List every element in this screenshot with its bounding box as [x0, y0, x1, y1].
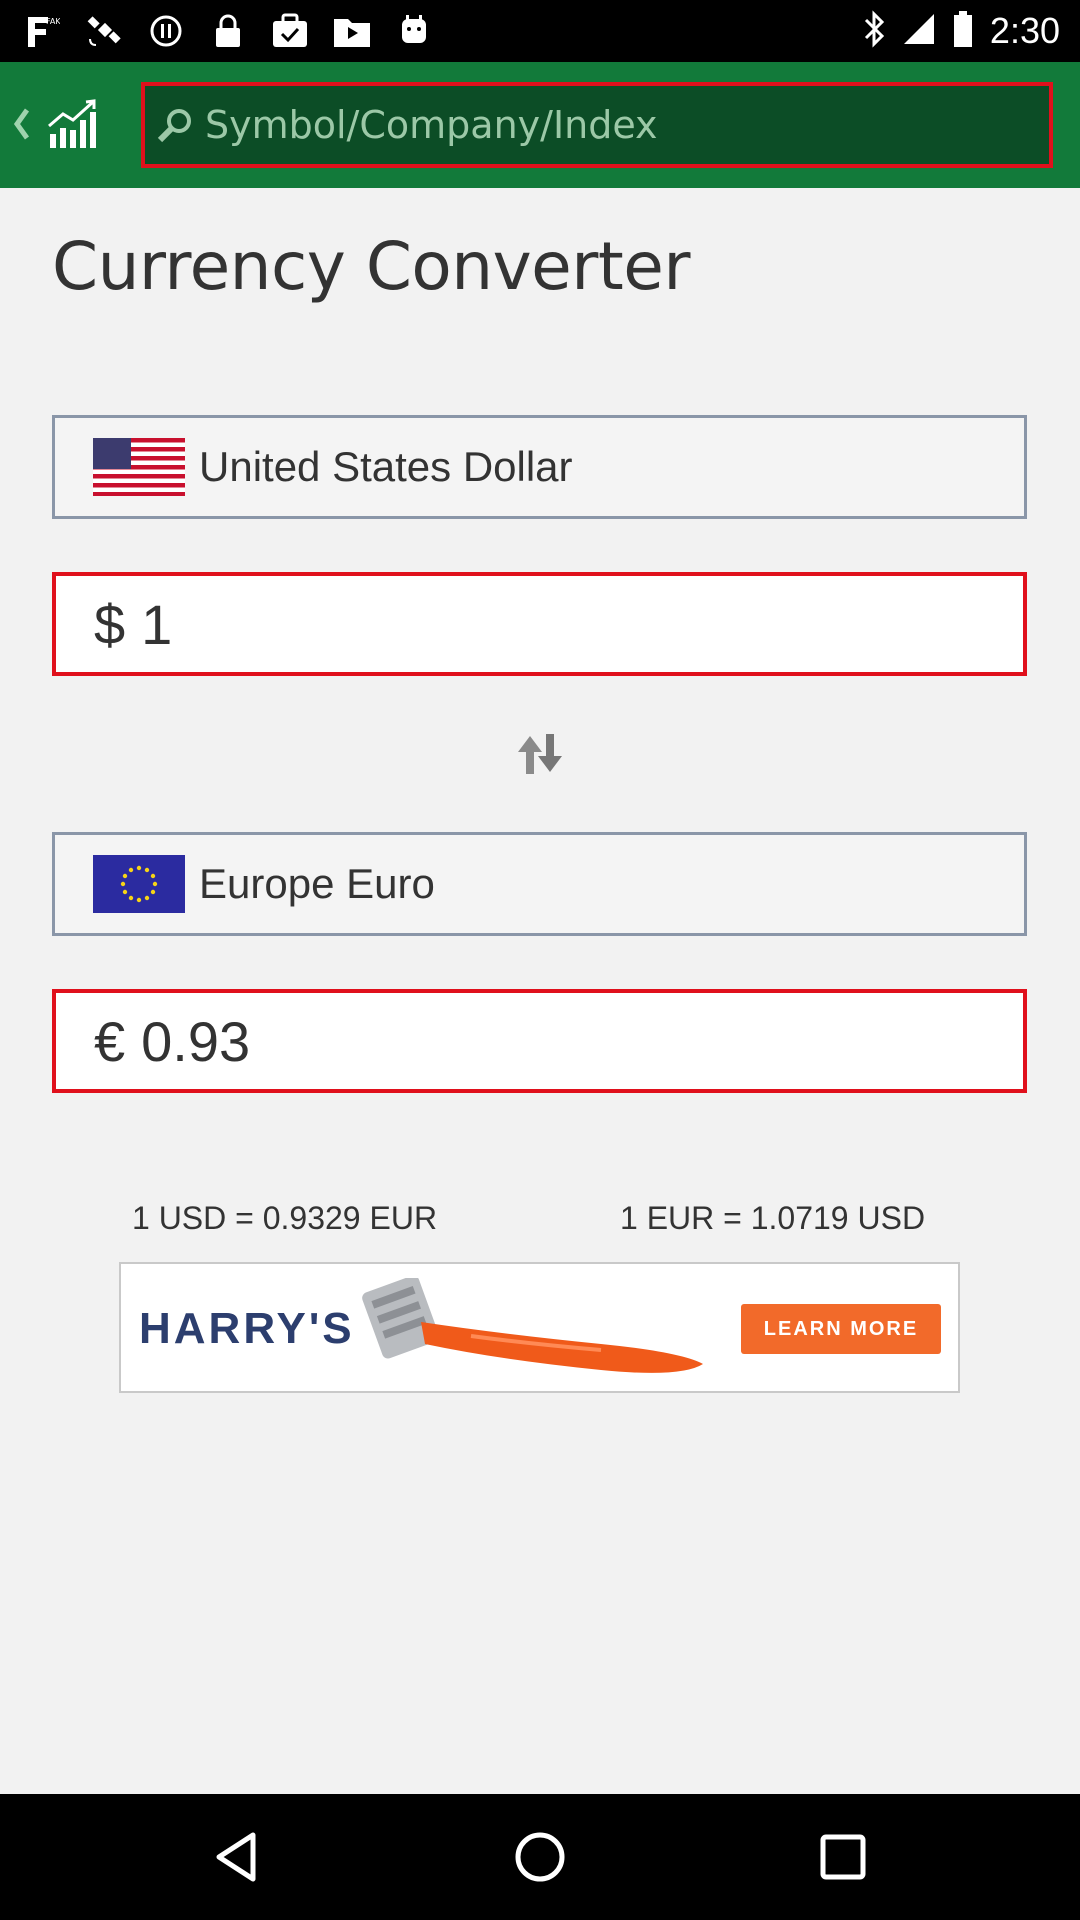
from-currency-name: United States Dollar — [199, 443, 573, 490]
to-currency-select[interactable]: Europe Euro — [52, 832, 1027, 936]
clock: 2:30 — [989, 10, 1060, 51]
to-currency-name: Europe Euro — [199, 860, 435, 907]
razor-image — [351, 1275, 711, 1383]
recents-icon[interactable] — [813, 1827, 873, 1887]
reverse-rate: 1 EUR = 1.0719 USD — [620, 1200, 926, 1236]
home-icon[interactable] — [510, 1827, 570, 1887]
us-flag-icon — [93, 438, 185, 496]
swap-currencies-icon[interactable] — [512, 728, 568, 780]
navigation-bar — [0, 1794, 1080, 1920]
to-currency-symbol: € — [94, 1009, 126, 1073]
status-bar: FAKE 2:30 — [0, 0, 1080, 62]
to-amount-field[interactable]: € 0.93 — [52, 989, 1027, 1093]
svg-text:FAKE: FAKE — [46, 17, 60, 26]
bluetooth-icon — [862, 9, 886, 53]
from-amount-value[interactable]: 1 — [141, 592, 172, 657]
page-title: Currency Converter — [52, 228, 691, 305]
battery-icon — [952, 10, 974, 53]
from-currency-symbol: $ — [94, 592, 126, 656]
fake-gps-icon: FAKE — [22, 11, 62, 51]
ad-brand: HARRY'S — [139, 1304, 355, 1353]
stock-chart-icon[interactable] — [46, 98, 102, 150]
from-currency-select[interactable]: United States Dollar — [52, 415, 1027, 519]
notification-icons: FAKE — [22, 10, 434, 52]
signal-icon — [902, 12, 936, 51]
play-icon — [332, 11, 372, 51]
search-box[interactable] — [141, 82, 1053, 168]
task-icon — [270, 11, 310, 51]
exchange-rates: 1 USD = 0.9329 EUR 1 EUR = 1.0719 USD — [0, 1200, 1080, 1248]
lock-icon — [208, 11, 248, 51]
eu-flag-icon — [93, 855, 185, 913]
system-status: 2:30 — [862, 8, 1060, 54]
forward-rate: 1 USD = 0.9329 EUR — [132, 1200, 438, 1236]
android-icon — [394, 11, 434, 51]
search-icon — [155, 105, 195, 145]
back-icon[interactable] — [207, 1827, 267, 1887]
from-amount-field[interactable]: $ 1 — [52, 572, 1027, 676]
to-amount-value[interactable]: 0.93 — [141, 1009, 250, 1074]
learn-more-button[interactable]: LEARN MORE — [741, 1304, 941, 1354]
satellite-icon — [84, 11, 124, 51]
app-bar — [0, 62, 1080, 188]
back-chevron-icon[interactable] — [8, 100, 34, 148]
ad-banner[interactable]: HARRY'S LEARN MORE — [119, 1262, 960, 1393]
alert-icon — [146, 11, 186, 51]
search-input[interactable] — [205, 86, 1049, 164]
